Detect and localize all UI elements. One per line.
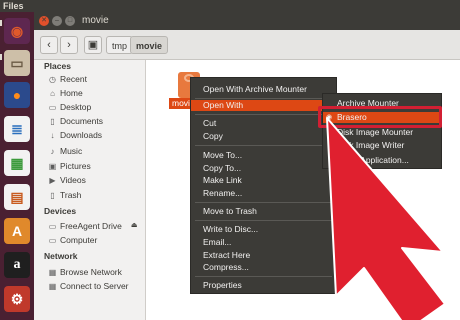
annotation-arrow bbox=[326, 117, 446, 320]
red-arrow-icon bbox=[326, 117, 446, 320]
